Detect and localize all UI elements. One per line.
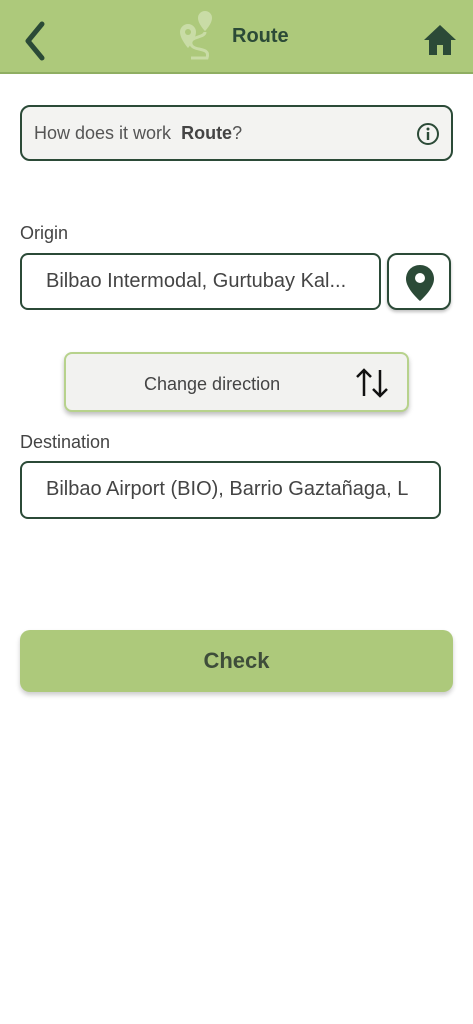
how-it-works-box[interactable]: How does it work Route?	[20, 105, 453, 161]
chevron-left-icon	[25, 21, 45, 61]
origin-label: Origin	[20, 223, 69, 243]
app-header: Route	[0, 0, 473, 74]
page-title: Route	[232, 25, 289, 47]
home-button[interactable]	[422, 22, 458, 58]
how-it-works-text: How does it work Route?	[34, 123, 242, 144]
destination-label: Destination	[20, 432, 111, 452]
check-button-label: Check	[203, 648, 270, 673]
how-it-works-bold: Route	[181, 123, 233, 143]
check-button[interactable]: Check	[20, 630, 453, 692]
info-icon[interactable]	[416, 122, 440, 146]
map-pin-icon	[406, 265, 434, 301]
how-it-works-suffix: ?	[232, 123, 243, 143]
origin-input[interactable]: Bilbao Intermodal, Gurtubay Kal...	[20, 253, 381, 310]
how-it-works-prefix: How does it work	[34, 123, 172, 143]
current-location-button[interactable]	[387, 253, 451, 310]
destination-input[interactable]: Bilbao Airport (BIO), Barrio Gaztañaga, …	[20, 461, 441, 519]
destination-value: Bilbao Airport (BIO), Barrio Gaztañaga, …	[46, 478, 409, 500]
change-direction-label: Change direction	[144, 374, 281, 394]
swap-arrows-icon	[356, 368, 388, 398]
change-direction-button[interactable]: Change direction	[64, 352, 409, 412]
home-icon	[424, 25, 456, 55]
route-pin-icon	[166, 10, 220, 64]
origin-value: Bilbao Intermodal, Gurtubay Kal...	[46, 270, 347, 292]
back-button[interactable]	[20, 20, 54, 62]
